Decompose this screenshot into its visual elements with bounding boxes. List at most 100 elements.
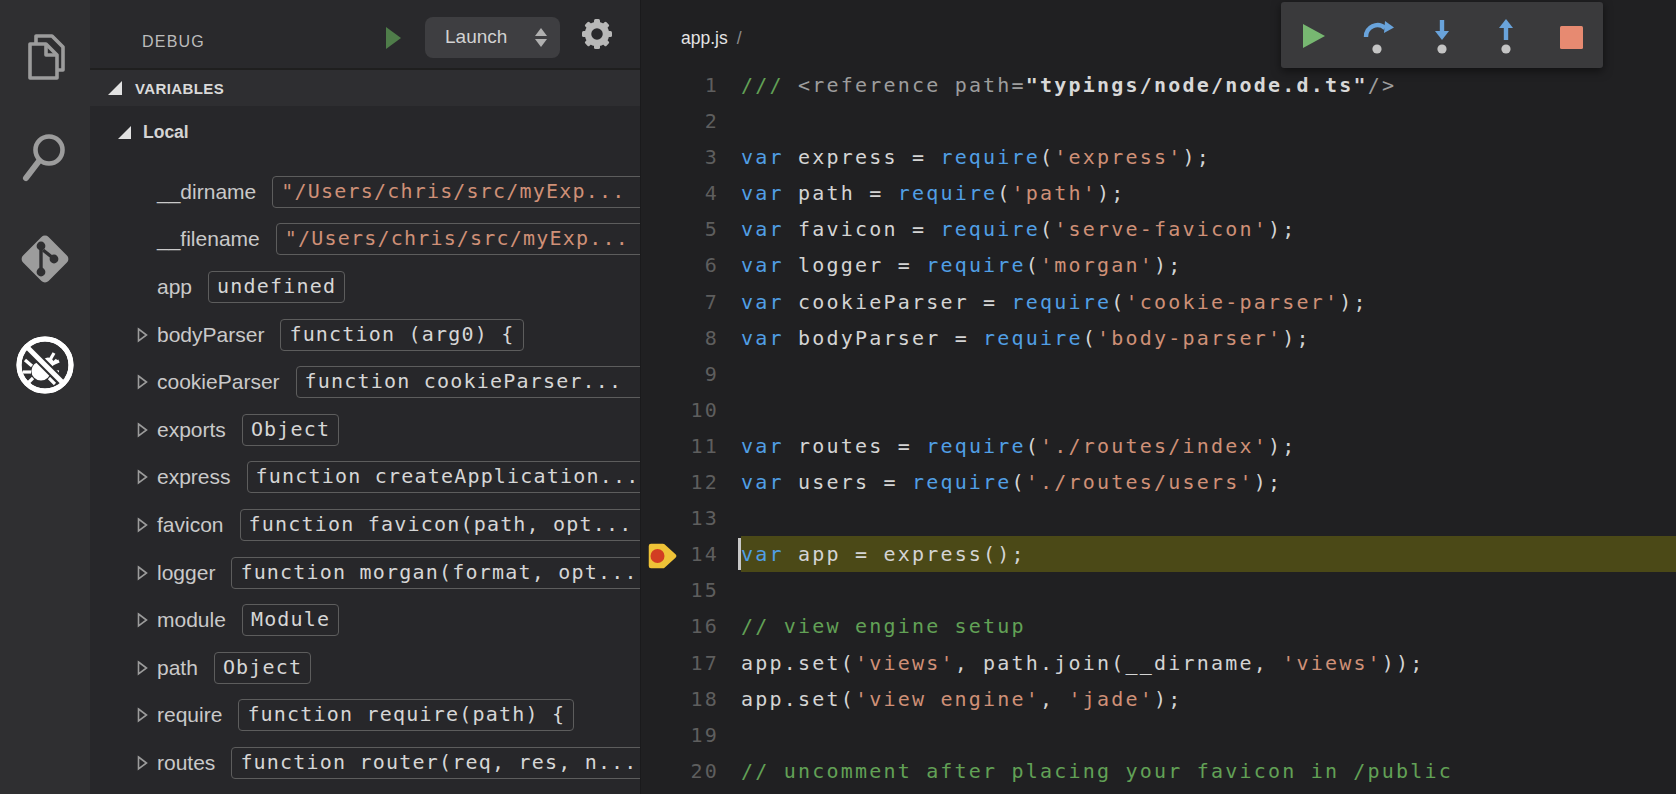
git-tab[interactable] (0, 230, 90, 288)
line-text[interactable] (741, 103, 1676, 139)
expand-arrow-icon[interactable] (137, 755, 157, 771)
line-number[interactable]: 5 (641, 211, 719, 247)
expand-arrow-icon[interactable] (137, 707, 157, 723)
line-text[interactable] (741, 500, 1676, 536)
line-number[interactable]: 19 (641, 717, 719, 753)
line-text[interactable]: var app = express(); (741, 536, 1676, 572)
step-into-icon (1424, 13, 1460, 57)
step-over-button[interactable] (1345, 2, 1409, 68)
line-number[interactable]: 1 (641, 67, 719, 103)
section-expanded-icon (108, 81, 122, 95)
expand-arrow-icon[interactable] (137, 517, 157, 533)
continue-button[interactable] (1281, 2, 1345, 68)
line-text[interactable] (741, 717, 1676, 753)
step-into-button[interactable] (1410, 2, 1474, 68)
step-out-button[interactable] (1474, 2, 1538, 68)
code-line-10: 10 (641, 392, 1676, 428)
line-number[interactable]: 16 (641, 608, 719, 644)
line-text[interactable]: var express = require('express'); (741, 139, 1676, 175)
configure-button[interactable] (582, 19, 612, 53)
files-icon (22, 31, 68, 83)
line-text[interactable]: var routes = require('./routes/index'); (741, 428, 1676, 464)
variable-row[interactable]: routesfunction router(req, res, n... (90, 739, 640, 787)
stop-button[interactable] (1539, 2, 1603, 68)
line-text[interactable]: var path = require('path'); (741, 175, 1676, 211)
line-number[interactable]: 9 (641, 356, 719, 392)
line-text[interactable] (741, 572, 1676, 608)
code-line-11: 11 var routes = require('./routes/index')… (641, 428, 1676, 464)
variable-name: routes (157, 751, 215, 775)
line-number[interactable]: 11 (641, 428, 719, 464)
line-number[interactable]: 2 (641, 103, 719, 139)
line-text[interactable]: var bodyParser = require('body-parser'); (741, 320, 1676, 356)
breadcrumb-separator: / (737, 28, 742, 48)
line-number[interactable]: 3 (641, 139, 719, 175)
variable-row[interactable]: requirefunction require(path) { (90, 692, 640, 740)
code-line-14: 14var app = express(); (641, 536, 1676, 572)
debug-tab[interactable] (0, 333, 90, 397)
variable-row[interactable]: cookieParserfunction cookieParser... (90, 358, 640, 406)
scope-local[interactable]: Local (118, 108, 189, 156)
variable-row[interactable]: faviconfunction favicon(path, opt... (90, 501, 640, 549)
line-number[interactable]: 6 (641, 247, 719, 283)
expand-arrow-icon[interactable] (137, 422, 157, 438)
line-number[interactable]: 10 (641, 392, 719, 428)
launch-config-select[interactable]: Launch (425, 17, 560, 58)
line-number[interactable]: 13 (641, 500, 719, 536)
variable-row[interactable]: __filename"/Users/chris/src/myExp... (90, 216, 640, 264)
line-number[interactable]: 15 (641, 572, 719, 608)
variable-row[interactable]: module Module (90, 596, 640, 644)
line-number[interactable]: 7 (641, 284, 719, 320)
line-text[interactable]: var users = require('./routes/users'); (741, 464, 1676, 500)
variable-row[interactable]: __dirname"/Users/chris/src/myExp... (90, 168, 640, 216)
scope-expanded-icon (118, 126, 131, 139)
variable-row[interactable]: loggerfunction morgan(format, opt... (90, 549, 640, 597)
line-number[interactable]: 8 (641, 320, 719, 356)
explorer-tab[interactable] (0, 31, 90, 83)
line-text[interactable]: var favicon = require('serve-favicon'); (741, 211, 1676, 247)
breadcrumb[interactable]: app.js/ (681, 28, 742, 49)
variable-value: Object (214, 652, 311, 684)
line-number[interactable]: 18 (641, 681, 719, 717)
code-line-12: 12 var users = require('./routes/users'); (641, 464, 1676, 500)
line-text[interactable]: // uncomment after placing your favicon … (741, 753, 1676, 789)
code-area[interactable]: 1 /// <reference path="typings/node/node.… (641, 67, 1676, 789)
variable-row[interactable]: bodyParserfunction (arg0) { (90, 311, 640, 359)
variable-value: Module (242, 604, 339, 636)
line-text[interactable]: /// <reference path="typings/node/node.d… (741, 67, 1676, 103)
variable-row[interactable]: appundefined (90, 263, 640, 311)
line-text[interactable] (741, 392, 1676, 428)
line-text[interactable]: app.set('views', path.join(__dirname, 'v… (741, 645, 1676, 681)
expand-arrow-icon[interactable] (137, 660, 157, 676)
expand-arrow-icon[interactable] (137, 327, 157, 343)
start-debug-button[interactable] (386, 27, 401, 49)
line-text[interactable]: // view engine setup (741, 608, 1676, 644)
gear-icon (582, 19, 612, 49)
line-number[interactable]: 17 (641, 645, 719, 681)
debug-icon (13, 333, 77, 397)
sidebar-header: DEBUG Launch (90, 0, 640, 68)
vscode-debug-window: DEBUG Launch (0, 0, 1676, 794)
line-text[interactable]: var logger = require('morgan'); (741, 247, 1676, 283)
line-number[interactable]: 20 (641, 753, 719, 789)
variables-section-header[interactable]: VARIABLES (90, 68, 640, 106)
breakpoint-current-line-icon[interactable] (647, 543, 677, 573)
variable-value: function createApplication... (247, 461, 640, 493)
expand-arrow-icon[interactable] (137, 469, 157, 485)
expand-arrow-icon[interactable] (137, 565, 157, 581)
line-text[interactable] (741, 356, 1676, 392)
variables-section-title: VARIABLES (135, 80, 224, 97)
variable-row[interactable]: expressfunction createApplication... (90, 454, 640, 502)
code-line-3: 3 var express = require('express'); (641, 139, 1676, 175)
line-number[interactable]: 4 (641, 175, 719, 211)
line-text[interactable]: app.set('view engine', 'jade'); (741, 681, 1676, 717)
expand-arrow-icon[interactable] (137, 374, 157, 390)
step-over-icon (1359, 13, 1397, 57)
expand-arrow-icon[interactable] (137, 612, 157, 628)
line-text[interactable]: var cookieParser = require('cookie-parse… (741, 284, 1676, 320)
variable-row[interactable]: exportsObject (90, 406, 640, 454)
line-number[interactable]: 12 (641, 464, 719, 500)
variable-row[interactable]: pathObject (90, 644, 640, 692)
search-tab[interactable] (0, 130, 90, 188)
variable-name: module (157, 608, 226, 632)
